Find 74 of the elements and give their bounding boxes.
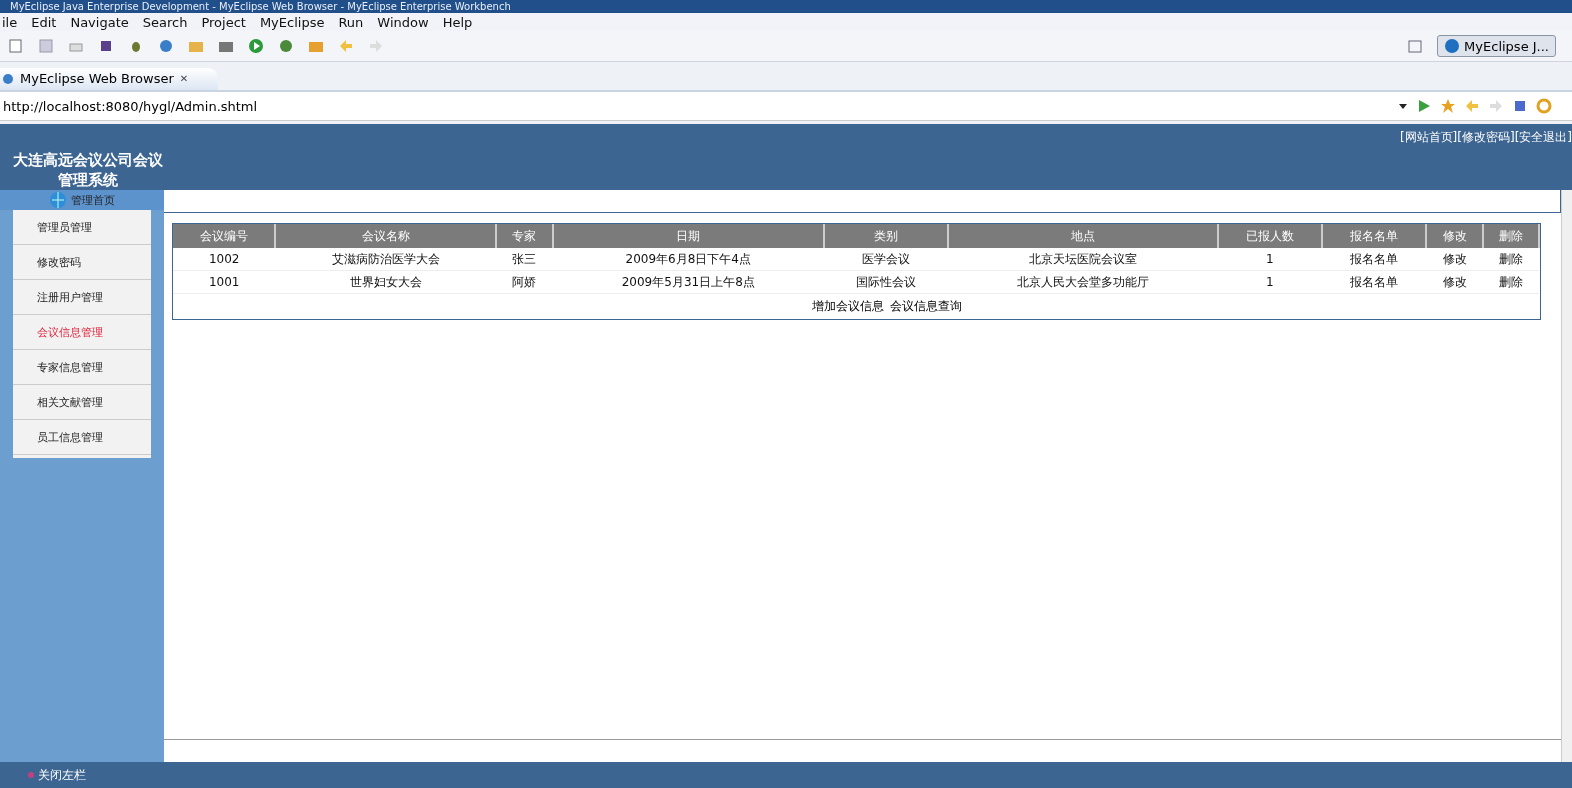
dropdown-caret-icon[interactable] bbox=[1398, 102, 1408, 110]
header-link[interactable]: [安全退出] bbox=[1514, 129, 1572, 146]
table-cell: 国际性会议 bbox=[856, 274, 917, 289]
back-icon[interactable] bbox=[1464, 98, 1480, 114]
perspective-button[interactable]: MyEclipse J... bbox=[1437, 35, 1556, 57]
column-header: 报名名单 bbox=[1322, 224, 1427, 248]
table-cell: 医学会议 bbox=[862, 251, 911, 266]
table-cell: 1 bbox=[1266, 275, 1274, 289]
menu-item[interactable]: ile bbox=[2, 14, 18, 30]
close-button[interactable]: ✕ bbox=[179, 73, 189, 84]
column-header: 已报人数 bbox=[1217, 224, 1323, 248]
go-icon[interactable] bbox=[1416, 98, 1432, 114]
menu-item[interactable]: Run bbox=[338, 14, 364, 30]
menu-item[interactable]: Help bbox=[442, 14, 473, 30]
star-icon[interactable] bbox=[1440, 98, 1456, 114]
sidebar-item[interactable]: 员工信息管理 bbox=[13, 420, 151, 455]
globe-icon[interactable] bbox=[158, 38, 174, 54]
sidebar-item[interactable]: 修改密码 bbox=[13, 245, 151, 280]
header-link[interactable]: [网站首页] bbox=[1399, 129, 1458, 146]
menu-item[interactable]: Edit bbox=[31, 14, 57, 30]
column-header: 类别 bbox=[823, 224, 949, 248]
close-sidebar-link[interactable]: 关闭左栏 bbox=[38, 766, 86, 784]
right-arrow-icon[interactable] bbox=[368, 38, 384, 54]
globe-icon bbox=[2, 72, 14, 85]
table-cell: 2009年6月8日下午4点 bbox=[625, 251, 751, 266]
sidebar-item[interactable]: 会议信息管理 bbox=[13, 315, 151, 350]
menu-item[interactable]: Project bbox=[201, 14, 246, 30]
table-link[interactable]: 修改 bbox=[1442, 251, 1467, 266]
table-action-link[interactable]: 增加会议信息 bbox=[811, 298, 884, 315]
table-link[interactable]: 报名名单 bbox=[1350, 251, 1399, 266]
table-cell: 张三 bbox=[512, 251, 537, 266]
sidebar-item[interactable]: 注册用户管理 bbox=[13, 280, 151, 315]
column-header: 修改 bbox=[1426, 224, 1483, 248]
menu-item[interactable]: Search bbox=[142, 14, 188, 30]
table-link[interactable]: 删除 bbox=[1498, 251, 1523, 266]
menu-item[interactable]: MyEclipse bbox=[259, 14, 325, 30]
sidebar-item[interactable]: 专家信息管理 bbox=[13, 350, 151, 385]
table-link[interactable]: 删除 bbox=[1498, 274, 1523, 289]
new-page-icon[interactable] bbox=[8, 38, 24, 54]
sidebar-item[interactable]: 相关文献管理 bbox=[13, 385, 151, 420]
column-header: 会议编号 bbox=[173, 224, 276, 248]
window-title: MyEclipse Java Enterprise Development - MyEclipse Web Browser - MyEclipse Enterprise Workbench bbox=[9, 0, 511, 13]
sidebar-item[interactable]: 管理员管理 bbox=[13, 210, 151, 245]
play-icon[interactable] bbox=[248, 38, 264, 54]
left-arrow-icon[interactable] bbox=[338, 38, 354, 54]
forward-icon[interactable] bbox=[1488, 98, 1504, 114]
table-link[interactable]: 报名名单 bbox=[1350, 274, 1399, 289]
site-title: 大连高远会议公司会议管理系统 bbox=[12, 150, 164, 190]
table-cell: 1002 bbox=[208, 252, 240, 266]
close-icon bbox=[28, 772, 34, 778]
table-action-link[interactable]: 会议信息查询 bbox=[889, 298, 962, 315]
table-cell: 阿娇 bbox=[512, 274, 537, 289]
globe-icon bbox=[49, 191, 67, 209]
table-cell: 世界妇女大会 bbox=[349, 274, 422, 289]
menu-item[interactable]: Navigate bbox=[70, 14, 129, 30]
column-header: 专家 bbox=[496, 224, 553, 248]
refresh-icon[interactable] bbox=[1536, 98, 1552, 114]
column-header: 会议名称 bbox=[275, 224, 497, 248]
stop-icon[interactable] bbox=[1512, 98, 1528, 114]
table-cell: 北京天坛医院会议室 bbox=[1029, 251, 1137, 266]
table-cell: 2009年5月31日上午8点 bbox=[621, 274, 755, 289]
address-field[interactable]: http://localhost:8080/hygl/Admin.shtml bbox=[0, 92, 1394, 120]
column-header: 日期 bbox=[552, 224, 824, 248]
table-cell: 1 bbox=[1266, 252, 1274, 266]
table-cell: 北京人民大会堂多功能厅 bbox=[1017, 274, 1149, 289]
column-header: 地点 bbox=[948, 224, 1218, 248]
menu-item[interactable]: Window bbox=[377, 14, 429, 30]
column-header: 删除 bbox=[1482, 224, 1539, 248]
table-link[interactable]: 修改 bbox=[1442, 274, 1467, 289]
table-cell: 1001 bbox=[208, 275, 240, 289]
header-link[interactable]: [修改密码] bbox=[1457, 129, 1515, 146]
table-cell: 艾滋病防治医学大会 bbox=[331, 251, 440, 266]
tab-label: MyEclipse Web Browser bbox=[20, 71, 174, 86]
editor-tab[interactable]: MyEclipse Web Browser ✕ bbox=[0, 68, 219, 90]
